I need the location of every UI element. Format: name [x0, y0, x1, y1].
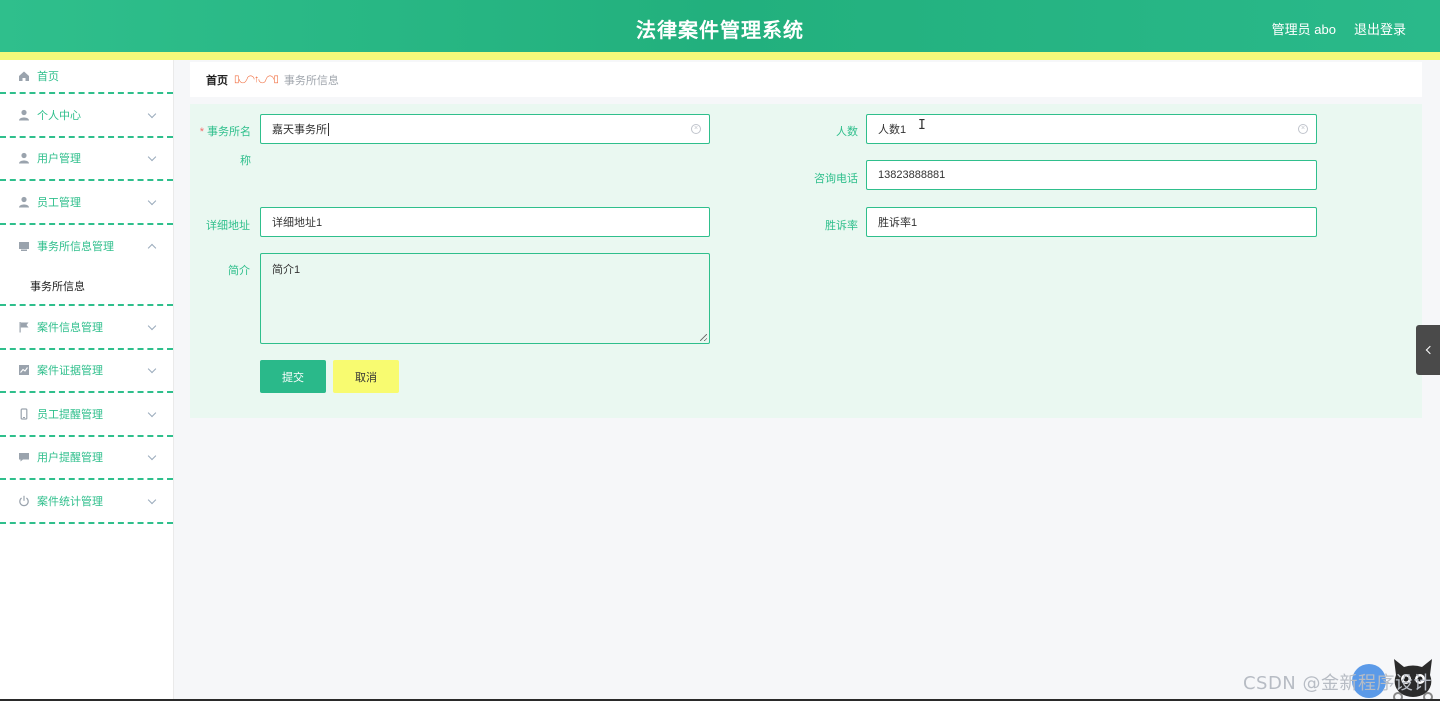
sidebar-item-case-info-management[interactable]: 案件信息管理	[0, 306, 173, 350]
win-rate-input[interactable]: 胜诉率1	[866, 207, 1317, 237]
address-label: 详细地址	[206, 220, 250, 232]
sidebar-item-home[interactable]: 首页	[0, 60, 173, 94]
phone-input[interactable]: 13823888881	[866, 160, 1317, 190]
home-icon	[18, 70, 30, 82]
chevron-down-icon	[147, 452, 157, 461]
chevron-down-icon	[147, 109, 157, 118]
intro-value: 简介1	[272, 264, 301, 276]
user-icon	[18, 152, 30, 164]
headcount-input[interactable]: 人数1 ×	[866, 114, 1317, 144]
chevron-up-icon	[147, 244, 157, 253]
office-name-label-wrap: 称	[240, 155, 251, 167]
headcount-value: 人数1	[878, 124, 907, 136]
sidebar-subitem-office-info[interactable]: 事务所信息	[0, 268, 173, 306]
sidebar-item-label: 事务所信息管理	[37, 241, 114, 254]
phone-value: 13823888881	[878, 169, 946, 181]
sidebar-item-label: 用户管理	[37, 153, 81, 166]
logout-link[interactable]: 退出登录	[1354, 19, 1406, 38]
office-icon	[18, 240, 30, 252]
sidebar-item-user-reminder-management[interactable]: 用户提醒管理	[0, 437, 173, 480]
chevron-left-icon	[1425, 345, 1434, 355]
breadcrumb-home[interactable]: 首页	[206, 72, 228, 88]
sidebar-item-label: 案件证据管理	[37, 365, 103, 378]
app-title: 法律案件管理系统	[636, 20, 804, 42]
win-rate-label: 胜诉率	[825, 220, 858, 232]
sidebar-item-label: 员工管理	[37, 196, 81, 209]
breadcrumb: 首页 ▯◡◠↑◡◠▯ 事务所信息	[190, 62, 1422, 97]
submit-button[interactable]: 提交	[260, 360, 326, 393]
text-cursor-icon: I	[918, 118, 926, 133]
sidebar-item-user-management[interactable]: 用户管理	[0, 138, 173, 181]
phone-icon	[18, 408, 30, 420]
sidebar-item-case-statistics-management[interactable]: 案件统计管理	[0, 480, 173, 524]
address-value: 详细地址1	[272, 217, 323, 229]
power-icon	[18, 495, 30, 507]
sidebar-item-label: 个人中心	[37, 109, 81, 122]
intro-label: 简介	[228, 265, 250, 277]
phone-label: 咨询电话	[814, 173, 858, 185]
clear-icon[interactable]: ×	[1298, 124, 1308, 134]
chevron-down-icon	[147, 153, 157, 162]
sidebar-item-label: 案件信息管理	[37, 321, 103, 334]
chevron-down-icon	[147, 495, 157, 504]
user-icon	[18, 109, 30, 121]
clear-icon[interactable]: ×	[691, 124, 701, 134]
user-icon	[18, 196, 30, 208]
flag-icon	[18, 321, 30, 333]
sidebar-item-personal-center[interactable]: 个人中心	[0, 94, 173, 138]
sidebar-item-label: 首页	[37, 71, 59, 83]
chevron-down-icon	[147, 196, 157, 205]
headcount-label: 人数	[836, 126, 858, 138]
sidebar-item-staff-reminder-management[interactable]: 员工提醒管理	[0, 393, 173, 437]
sidebar-item-office-info-management[interactable]: 事务所信息管理	[0, 225, 173, 269]
required-asterisk: *	[199, 126, 204, 138]
address-input[interactable]: 详细地址1	[260, 207, 710, 237]
sidebar-item-label: 员工提醒管理	[37, 408, 103, 421]
win-rate-value: 胜诉率1	[878, 217, 918, 229]
sidebar-item-staff-management[interactable]: 员工管理	[0, 181, 173, 225]
sidebar-item-label: 用户提醒管理	[37, 452, 103, 465]
office-name-value: 嘉天事务所	[272, 124, 327, 136]
csdn-watermark: CSDN @金新程序设计	[1242, 673, 1432, 694]
breadcrumb-current: 事务所信息	[283, 74, 339, 87]
header-accent-stripe	[0, 52, 1440, 60]
sidebar-item-case-evidence-management[interactable]: 案件证据管理	[0, 350, 173, 393]
side-panel-toggle[interactable]	[1416, 325, 1440, 375]
breadcrumb-separator: ▯◡◠↑◡◠▯	[234, 74, 279, 85]
message-icon	[18, 451, 30, 463]
cancel-button[interactable]: 取消	[333, 360, 399, 393]
app-header: 法律案件管理系统 管理员 abo 退出登录	[0, 0, 1440, 52]
intro-textarea[interactable]: 简介1	[260, 253, 710, 344]
header-user-area: 管理员 abo 退出登录	[1272, 19, 1406, 38]
sidebar: 首页 个人中心 用户管理 员工管理 事务所信息管理 事务所信息 案件信息管理 案…	[0, 60, 174, 701]
office-name-label: * 事务所名	[199, 126, 251, 138]
chevron-down-icon	[147, 365, 157, 374]
office-info-form: * 事务所名 称 嘉天事务所 × 人数 人数1 × I 咨询电话 13823888…	[190, 104, 1422, 418]
resize-grip-icon[interactable]	[700, 334, 707, 341]
admin-user-label[interactable]: 管理员 abo	[1272, 19, 1336, 38]
chevron-down-icon	[147, 408, 157, 417]
office-name-input[interactable]: 嘉天事务所 ×	[260, 114, 710, 144]
sidebar-item-label: 案件统计管理	[37, 495, 103, 508]
chart-icon	[18, 364, 30, 376]
chevron-down-icon	[147, 321, 157, 330]
text-caret	[328, 122, 329, 136]
